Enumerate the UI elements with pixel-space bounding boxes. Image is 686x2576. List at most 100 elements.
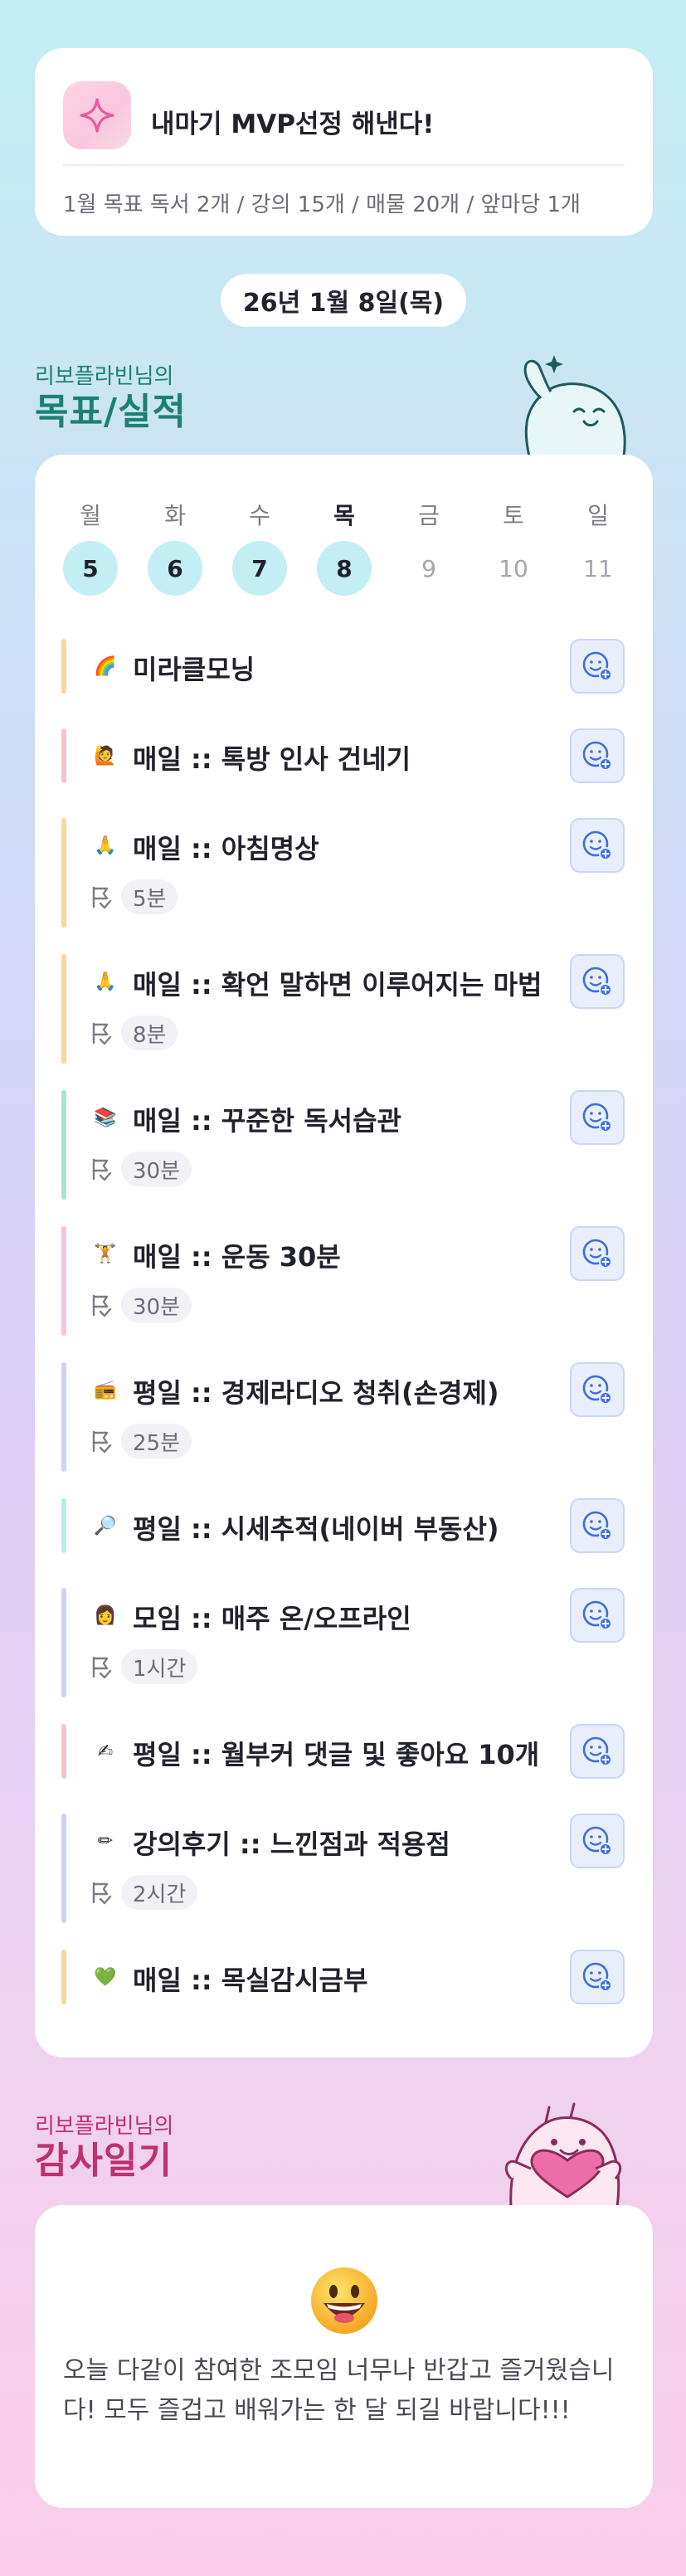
task-title[interactable]: 평일 :: 시세추적(네이버 부동산)	[133, 1508, 499, 1546]
task-emoji-icon: ✍	[97, 1741, 114, 1762]
task-title[interactable]: 매일 :: 아침명상	[133, 828, 319, 866]
date-7[interactable]: 7	[232, 541, 287, 596]
add-reaction-button[interactable]	[570, 818, 625, 873]
task-color-bar	[61, 1090, 66, 1200]
add-reaction-button[interactable]	[570, 1950, 625, 2004]
smiley-add-icon	[582, 1511, 612, 1541]
smiley-add-icon	[582, 1962, 612, 1992]
smiley-add-icon	[582, 830, 612, 860]
monthly-goal-card[interactable]: 내마기 MVP선정 해낸다! 1월 목표 독서 2개 / 강의 15개 / 매물…	[35, 48, 653, 236]
task-emoji-icon: 📻	[94, 1379, 117, 1400]
weekday-sun: 일	[587, 502, 609, 529]
task-color-bar	[61, 728, 66, 783]
task-duration-badge: 8분	[121, 1015, 178, 1050]
goals-section-title: 목표/실적	[35, 391, 187, 433]
task-title[interactable]: 매일 :: 확언 말하면 이루어지는 마법	[133, 964, 542, 1002]
date-11[interactable]: 11	[571, 541, 625, 596]
task-emoji-icon: 👩	[94, 1605, 117, 1626]
task-title[interactable]: 매일 :: 목실감시금부	[133, 1960, 367, 1998]
task-emoji-icon: 🌈	[94, 655, 117, 677]
task-emoji-icon: 📚	[94, 1107, 117, 1128]
task-title[interactable]: 매일 :: 꾸준한 독서습관	[133, 1100, 401, 1138]
add-reaction-button[interactable]	[570, 954, 625, 1009]
add-reaction-button[interactable]	[570, 728, 625, 783]
weekday-mon: 월	[80, 502, 101, 529]
date-10[interactable]: 10	[486, 541, 541, 596]
task-title[interactable]: 매일 :: 운동 30분	[133, 1236, 341, 1274]
smiley-add-icon	[582, 651, 612, 681]
flag-icon	[92, 1430, 112, 1454]
goal-title: 내마기 MVP선정 해낸다!	[151, 110, 435, 139]
task-color-bar	[61, 1724, 66, 1779]
task-emoji-icon: ✏	[97, 1830, 114, 1852]
add-reaction-button[interactable]	[570, 1090, 625, 1145]
task-title[interactable]: 모임 :: 매주 온/오프라인	[133, 1598, 411, 1636]
task-color-bar	[61, 1814, 66, 1923]
weekday-wed: 수	[249, 502, 270, 529]
task-color-bar	[61, 954, 66, 1064]
task-duration-badge: 1시간	[121, 1649, 198, 1684]
flag-icon	[92, 1294, 112, 1317]
sparkle-icon	[63, 81, 131, 149]
weekday-thu: 목	[333, 502, 355, 529]
task-color-bar	[61, 1950, 66, 2004]
weekday-tue: 화	[164, 502, 186, 529]
flag-icon	[92, 1022, 112, 1045]
smiley-add-icon	[582, 1103, 612, 1132]
task-color-bar	[61, 639, 66, 694]
date-9[interactable]: 9	[401, 541, 456, 596]
task-duration-badge: 5분	[121, 879, 178, 914]
task-emoji-icon: 🔎	[94, 1515, 117, 1536]
goal-subtitle: 1월 목표 독서 2개 / 강의 15개 / 매물 20개 / 앞마당 1개	[63, 192, 581, 217]
flag-icon	[92, 1882, 112, 1905]
smiley-add-icon	[582, 967, 612, 996]
current-date[interactable]: 26년 1월 8일(목)	[221, 274, 466, 327]
task-color-bar	[61, 1498, 66, 1553]
weekday-fri: 금	[418, 502, 440, 529]
task-color-bar	[61, 1362, 66, 1472]
date-5[interactable]: 5	[63, 541, 118, 596]
mascot-waving-icon	[523, 355, 626, 456]
task-title[interactable]: 미라클모닝	[133, 649, 255, 687]
task-emoji-icon: 🏋	[94, 1243, 117, 1264]
task-emoji-icon: 🙋	[94, 745, 117, 767]
task-duration-badge: 2시간	[121, 1875, 198, 1910]
gratitude-text: 오늘 다같이 참여한 조모임 너무나 반갑고 즐거웠습니다! 모두 즐겁고 배워…	[63, 2356, 615, 2425]
add-reaction-button[interactable]	[570, 1724, 625, 1779]
smiley-add-icon	[582, 1375, 612, 1405]
task-duration-badge: 30분	[121, 1288, 192, 1322]
smiley-add-icon	[582, 1736, 612, 1766]
add-reaction-button[interactable]	[570, 1814, 625, 1868]
task-title[interactable]: 평일 :: 월부커 댓글 및 좋아요 10개	[133, 1734, 539, 1772]
smiley-add-icon	[582, 1600, 612, 1630]
grinning-face-icon	[311, 2267, 377, 2334]
flag-icon	[92, 1158, 112, 1181]
add-reaction-button[interactable]	[570, 1226, 625, 1281]
date-6[interactable]: 6	[148, 541, 202, 596]
task-title[interactable]: 강의후기 :: 느낀점과 적용점	[133, 1824, 450, 1862]
task-title[interactable]: 평일 :: 경제라디오 청취(손경제)	[133, 1372, 499, 1410]
task-emoji-icon: 🙏	[94, 835, 117, 856]
add-reaction-button[interactable]	[570, 1588, 625, 1643]
task-emoji-icon: 🙏	[94, 971, 117, 992]
task-color-bar	[61, 1226, 66, 1336]
divider	[63, 164, 625, 166]
gratitude-card[interactable]: 오늘 다같이 참여한 조모임 너무나 반갑고 즐거웠습니다! 모두 즐겁고 배워…	[35, 2205, 653, 2508]
add-reaction-button[interactable]	[570, 1498, 625, 1553]
task-title[interactable]: 매일 :: 톡방 인사 건네기	[133, 738, 411, 777]
smiley-add-icon	[582, 741, 612, 771]
task-color-bar	[61, 1588, 66, 1697]
weekday-sat: 토	[503, 502, 524, 529]
flag-icon	[92, 1656, 112, 1679]
task-duration-badge: 25분	[121, 1424, 192, 1458]
date-8[interactable]: 8	[317, 541, 372, 596]
goals-card: 월 화 수 목 금 토 일 5 6 7 8 9 10 11 🌈 미라클모닝 🙋 매일 …	[35, 455, 653, 2057]
flag-icon	[92, 886, 112, 909]
smiley-add-icon	[582, 1239, 612, 1269]
task-color-bar	[61, 818, 66, 928]
mascot-heart-icon	[504, 2102, 622, 2207]
smiley-add-icon	[582, 1826, 612, 1856]
task-duration-badge: 30분	[121, 1152, 192, 1186]
add-reaction-button[interactable]	[570, 1362, 625, 1417]
add-reaction-button[interactable]	[570, 639, 625, 694]
